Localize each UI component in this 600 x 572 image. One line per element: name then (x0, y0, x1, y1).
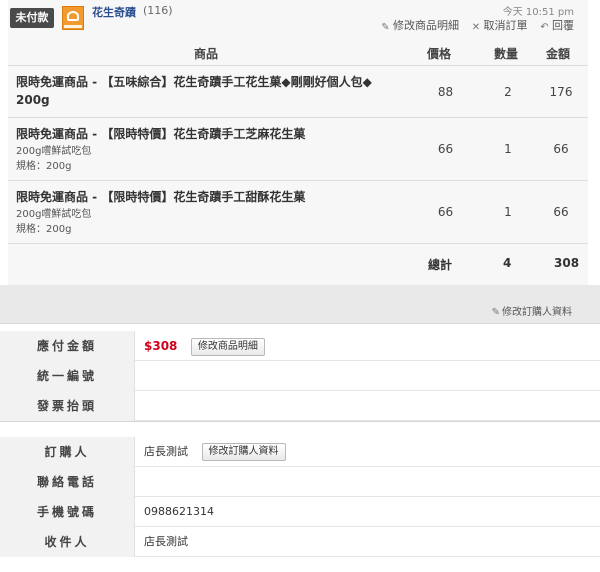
cancel-order-link[interactable]: ✕ 取消訂單 (471, 17, 528, 33)
item-price: 88 (437, 85, 454, 99)
edit-icon: ✎ (381, 22, 390, 33)
recipient-label: 收件人 (0, 527, 135, 557)
header-amount: 金額 (546, 47, 571, 61)
item-title-line2: 200g (16, 93, 50, 107)
item-amount: 66 (553, 205, 569, 219)
item-variant: 200g嚐鮮試吃包 (16, 209, 92, 220)
item-title-line1: 限時免運商品 - 【限時特價】花生奇蹟手工甜酥花生菓 (16, 190, 306, 204)
edit-buyer-link-label: 修改訂購人資料 (502, 307, 572, 318)
header-qty: 數量 (494, 47, 519, 61)
detail-row-recipient: 收件人 店長測試 (0, 527, 600, 557)
edit-icon: ✎ (491, 307, 500, 318)
item-amount: 176 (549, 85, 573, 99)
order-actions: ✎ 修改商品明細 ✕ 取消訂單 ↶ 回覆 (372, 17, 574, 33)
detail-row-tax-id: 統一編號 (0, 361, 600, 391)
item-spec: 規格：200g (16, 161, 72, 172)
item-price: 66 (437, 142, 454, 156)
store-name-link[interactable]: 花生奇蹟 (92, 4, 136, 20)
item-amount: 66 (553, 142, 569, 156)
amount-value-cell: $308 修改商品明細 (144, 331, 265, 361)
store-count: (116) (143, 4, 173, 17)
item-qty: 1 (504, 142, 512, 156)
table-row: 限時免運商品 - 【限時特價】花生奇蹟手工芝麻花生菓 200g嚐鮮試吃包 規格：… (8, 118, 588, 181)
cancel-order-label: 取消訂單 (483, 19, 528, 32)
buyer-value-cell: 店長測試 修改訂購人資料 (144, 437, 286, 467)
item-title-line1: 限時免運商品 - 【限時特價】花生奇蹟手工芝麻花生菓 (16, 127, 306, 141)
item-title-line1: 限時免運商品 - 【五味綜合】花生奇蹟手工花生菓◆剛剛好個人包◆ (16, 75, 372, 89)
reply-icon: ↶ (540, 22, 549, 33)
edit-buyer-button[interactable]: 修改訂購人資料 (201, 443, 286, 461)
item-variant: 200g嚐鮮試吃包 (16, 146, 92, 157)
logo-mark (67, 11, 79, 21)
detail-row-mobile: 手機號碼 0988621314 (0, 497, 600, 527)
order-card: 未付款 花生奇蹟 (116) 今天 10:51 pm ✎ 修改商品明細 ✕ 取消訂單… (8, 0, 588, 285)
amount-value: $308 (144, 339, 178, 353)
status-badge: 未付款 (10, 8, 54, 28)
total-row: 總計 4 308 (8, 244, 588, 278)
total-label: 總計 (428, 258, 453, 272)
mobile-value: 0988621314 (144, 505, 214, 518)
edit-items-label: 修改商品明細 (393, 19, 459, 32)
item-spec: 規格：200g (16, 224, 72, 235)
detail-row-buyer: 訂購人 店長測試 修改訂購人資料 (0, 437, 600, 467)
edit-items-link[interactable]: ✎ 修改商品明細 (380, 17, 459, 33)
item-price: 66 (437, 205, 454, 219)
mobile-label: 手機號碼 (0, 497, 135, 527)
detail-row-phone: 聯絡電話 (0, 467, 600, 497)
table-row: 限時免運商品 - 【限時特價】花生奇蹟手工甜酥花生菓 200g嚐鮮試吃包 規格：… (8, 181, 588, 244)
store-logo[interactable] (62, 6, 84, 30)
section-separator (0, 323, 600, 331)
cancel-icon: ✕ (471, 22, 481, 33)
header-price: 價格 (427, 47, 452, 61)
detail-row-amount: 應付金額 $308 修改商品明細 (0, 331, 600, 361)
invoice-title-label: 發票抬頭 (0, 391, 135, 421)
total-amount: 308 (554, 256, 580, 270)
order-header: 未付款 花生奇蹟 (116) 今天 10:51 pm ✎ 修改商品明細 ✕ 取消訂單… (8, 0, 588, 38)
table-row: 限時免運商品 - 【五味綜合】花生奇蹟手工花生菓◆剛剛好個人包◆ 200g 88… (8, 66, 588, 118)
buyer-details: 訂購人 店長測試 修改訂購人資料 聯絡電話 手機號碼 0988621314 收件… (0, 437, 600, 557)
recipient-value: 店長測試 (144, 535, 188, 548)
edit-buyer-link[interactable]: ✎ 修改訂購人資料 (492, 303, 572, 318)
item-qty: 1 (504, 205, 512, 219)
phone-label: 聯絡電話 (0, 467, 135, 497)
order-items-table: 商品 價格 數量 金額 限時免運商品 - 【五味綜合】花生奇蹟手工花生菓◆剛剛好… (8, 38, 588, 278)
reply-link[interactable]: ↶ 回覆 (539, 17, 574, 33)
buyer-label: 訂購人 (0, 437, 135, 467)
order-timestamp: 今天 10:51 pm (502, 7, 574, 18)
logo-caption-bar (64, 25, 82, 28)
amount-label: 應付金額 (0, 331, 135, 361)
payment-details: 應付金額 $308 修改商品明細 統一編號 發票抬頭 (0, 331, 600, 421)
detail-row-invoice-title: 發票抬頭 (0, 391, 600, 421)
item-qty: 2 (504, 85, 512, 99)
reply-label: 回覆 (552, 19, 574, 32)
total-qty: 4 (503, 256, 512, 270)
edit-items-button[interactable]: 修改商品明細 (190, 338, 265, 356)
table-header-row: 商品 價格 數量 金額 (8, 38, 588, 66)
section-separator (0, 421, 600, 429)
buyer-value: 店長測試 (144, 445, 188, 458)
header-item: 商品 (194, 47, 219, 61)
tax-id-label: 統一編號 (0, 361, 135, 391)
